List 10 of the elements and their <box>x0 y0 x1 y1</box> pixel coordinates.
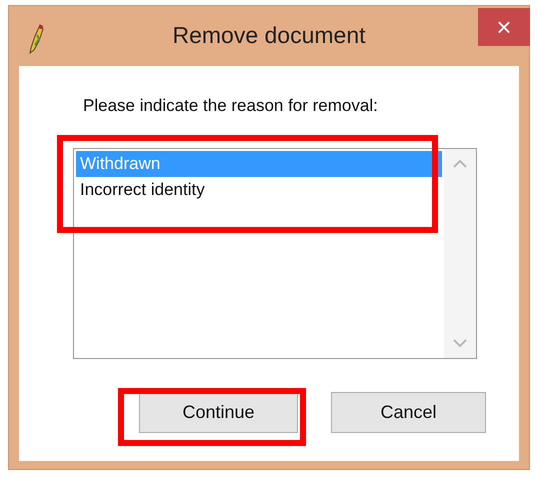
scroll-up-icon[interactable] <box>453 159 467 168</box>
scrollbar[interactable] <box>444 149 476 358</box>
scroll-down-icon[interactable] <box>453 339 467 348</box>
close-button[interactable]: × <box>478 8 530 46</box>
window-title: Remove document <box>172 24 366 47</box>
reason-list[interactable]: Withdrawn Incorrect identity <box>73 148 477 359</box>
list-item[interactable]: Incorrect identity <box>76 177 442 203</box>
dialog-button[interactable]: Continue <box>139 392 298 433</box>
dialog-button[interactable]: Cancel <box>331 392 486 433</box>
prompt-text: Please indicate the reason for removal: <box>83 95 378 117</box>
